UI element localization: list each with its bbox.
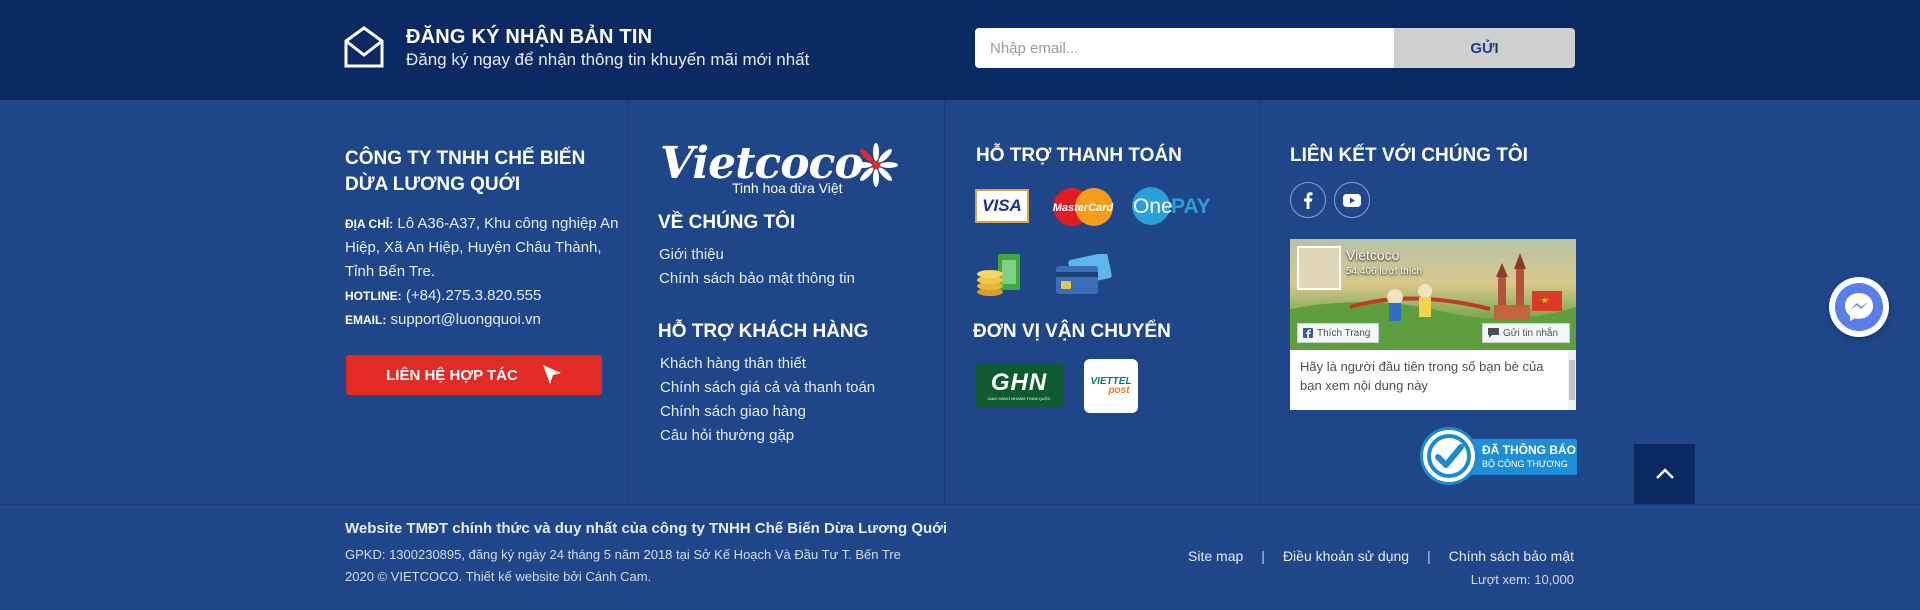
ghn-logo: GHN GIAO HÀNG NHANH TOÀN QUỐC bbox=[975, 363, 1063, 407]
column-divider bbox=[944, 100, 945, 505]
scroll-to-top-button[interactable] bbox=[1634, 444, 1695, 504]
youtube-icon bbox=[1343, 193, 1361, 207]
about-link-intro[interactable]: Giới thiệu bbox=[659, 243, 855, 267]
message-icon bbox=[1488, 328, 1499, 338]
hotline-text[interactable]: (+84).275.3.820.555 bbox=[406, 287, 542, 304]
youtube-link[interactable] bbox=[1334, 182, 1370, 218]
coconut-flower-icon bbox=[854, 143, 898, 187]
fb-like-label: Thích Trang bbox=[1317, 327, 1371, 339]
newsletter-bar: ĐĂNG KÝ NHẬN BẢN TIN Đăng ký ngay để nhậ… bbox=[0, 0, 1920, 100]
sitemap-link[interactable]: Site map bbox=[1188, 548, 1243, 564]
support-link-loyal[interactable]: Khách hàng thân thiết bbox=[660, 352, 875, 376]
hotline-label: HOTLINE: bbox=[345, 289, 402, 303]
support-title: HỖ TRỢ KHÁCH HÀNG bbox=[658, 321, 869, 342]
post-text: post bbox=[1108, 385, 1130, 396]
facebook-icon bbox=[1304, 191, 1313, 209]
contact-partner-button[interactable]: LIÊN HỆ HỢP TÁC bbox=[346, 355, 602, 395]
support-links: Khách hàng thân thiết Chính sách giá cả … bbox=[660, 352, 875, 448]
fb-like-page-button[interactable]: Thích Trang bbox=[1297, 323, 1379, 343]
badge-line2: BỘ CÔNG THƯƠNG bbox=[1482, 459, 1568, 469]
vietcoco-logo[interactable]: Vietcoco Tinh hoa dừa Việt bbox=[660, 138, 905, 200]
checkmark-icon bbox=[1427, 434, 1471, 478]
business-license: GPKD: 1300230895, đăng ký ngày 24 tháng … bbox=[345, 547, 901, 562]
website-statement: Website TMĐT chính thức và duy nhất của … bbox=[345, 520, 948, 537]
column-divider bbox=[628, 100, 629, 505]
onepay-logo: One PAY bbox=[1132, 187, 1211, 225]
fb-page-name[interactable]: Vietcoco bbox=[1346, 247, 1399, 263]
support-link-delivery[interactable]: Chính sách giao hàng bbox=[660, 400, 875, 424]
fb-page-thumbnail bbox=[1297, 246, 1341, 290]
email-label: EMAIL: bbox=[345, 313, 387, 327]
about-links: Giới thiệu Chính sách bảo mật thông tin bbox=[659, 243, 855, 291]
visa-logo: VISA bbox=[975, 189, 1029, 223]
fb-cover-image: Vietcoco 54.406 lượt thích Thích Trang G… bbox=[1290, 239, 1576, 350]
shipping-title: ĐƠN VỊ VẬN CHUYỂN bbox=[973, 321, 1171, 342]
facebook-link[interactable] bbox=[1290, 182, 1326, 218]
connect-title: LIÊN KẾT VỚI CHÚNG TÔI bbox=[1290, 145, 1528, 166]
payment-title: HỖ TRỢ THANH TOÁN bbox=[976, 145, 1182, 166]
footer-divider bbox=[0, 504, 1920, 505]
fb-send-message-button[interactable]: Gửi tin nhắn bbox=[1482, 323, 1570, 343]
scrollbar-thumb[interactable] bbox=[1569, 360, 1575, 400]
fb-widget-scrollbar[interactable] bbox=[1568, 350, 1576, 410]
facebook-page-widget[interactable]: Vietcoco 54.406 lượt thích Thích Trang G… bbox=[1290, 239, 1576, 410]
column-divider bbox=[1259, 100, 1260, 505]
privacy-link[interactable]: Chính sách bảo mật bbox=[1449, 548, 1574, 564]
email-text[interactable]: support@luongquoi.vn bbox=[391, 311, 541, 328]
address-label: ĐỊA CHỈ: bbox=[345, 217, 394, 231]
about-title: VỀ CHÚNG TÔI bbox=[658, 212, 796, 233]
mastercard-logo: MasterCard bbox=[1053, 188, 1114, 226]
subscribe-button[interactable]: GỬI bbox=[1394, 28, 1575, 68]
support-link-pricing[interactable]: Chính sách giá cả và thanh toán bbox=[660, 376, 875, 400]
terms-link[interactable]: Điều khoản sử dụng bbox=[1283, 548, 1409, 564]
company-info: ĐỊA CHỈ: Lô A36-A37, Khu công nghiệp An … bbox=[345, 212, 620, 332]
support-link-faq[interactable]: Câu hỏi thường gặp bbox=[660, 424, 875, 448]
link-separator: | bbox=[1261, 548, 1265, 564]
badge-line1: ĐÃ THÔNG BÁO bbox=[1482, 443, 1576, 457]
badge-check-circle bbox=[1420, 427, 1478, 485]
messenger-icon bbox=[1835, 283, 1883, 331]
viettel-post-logo: VIETTEL post bbox=[1084, 359, 1138, 413]
contact-partner-label: LIÊN HỆ HỢP TÁC bbox=[386, 366, 518, 384]
ghn-subtext: GIAO HÀNG NHANH TOÀN QUỐC bbox=[987, 395, 1051, 401]
cash-coins-icon bbox=[977, 254, 1020, 296]
bottom-links: Site map | Điều khoản sử dụng | Chính sá… bbox=[1188, 548, 1574, 564]
about-link-privacy[interactable]: Chính sách bảo mật thông tin bbox=[659, 267, 855, 291]
bo-cong-thuong-badge[interactable]: ĐÃ THÔNG BÁO BỘ CÔNG THƯƠNG bbox=[1420, 427, 1577, 487]
fb-like-count: 54.406 lượt thích bbox=[1346, 266, 1423, 277]
copyright: 2020 © VIETCOCO. Thiết kế website bởi Cá… bbox=[345, 569, 652, 584]
onepay-pay-text: PAY bbox=[1171, 195, 1211, 218]
company-name: CÔNG TY TNHH CHẾ BIẾN DỪA LƯƠNG QUỚI bbox=[345, 148, 586, 195]
credit-card-icon bbox=[1056, 254, 1112, 294]
email-input[interactable] bbox=[975, 28, 1395, 68]
link-separator: | bbox=[1427, 548, 1431, 564]
newsletter-subtitle: Đăng ký ngay để nhận thông tin khuyến mã… bbox=[406, 50, 810, 69]
onepay-one-text: One bbox=[1133, 195, 1173, 218]
newsletter-title: ĐĂNG KÝ NHẬN BẢN TIN bbox=[406, 26, 653, 48]
logo-tagline: Tinh hoa dừa Việt bbox=[732, 180, 843, 196]
envelope-icon bbox=[344, 26, 384, 68]
mastercard-text: MasterCard bbox=[1053, 202, 1114, 214]
view-count: Lượt xem: 10,000 bbox=[1470, 572, 1574, 587]
ghn-text: GHN bbox=[990, 368, 1048, 396]
chevron-up-icon bbox=[1655, 468, 1674, 479]
facebook-square-icon bbox=[1303, 328, 1313, 338]
fb-widget-text: Hãy là người đầu tiên trong số bạn bè củ… bbox=[1300, 359, 1544, 393]
fb-message-label: Gửi tin nhắn bbox=[1503, 327, 1559, 339]
cursor-arrow-icon bbox=[542, 365, 561, 384]
messenger-chat-button[interactable] bbox=[1829, 277, 1889, 337]
